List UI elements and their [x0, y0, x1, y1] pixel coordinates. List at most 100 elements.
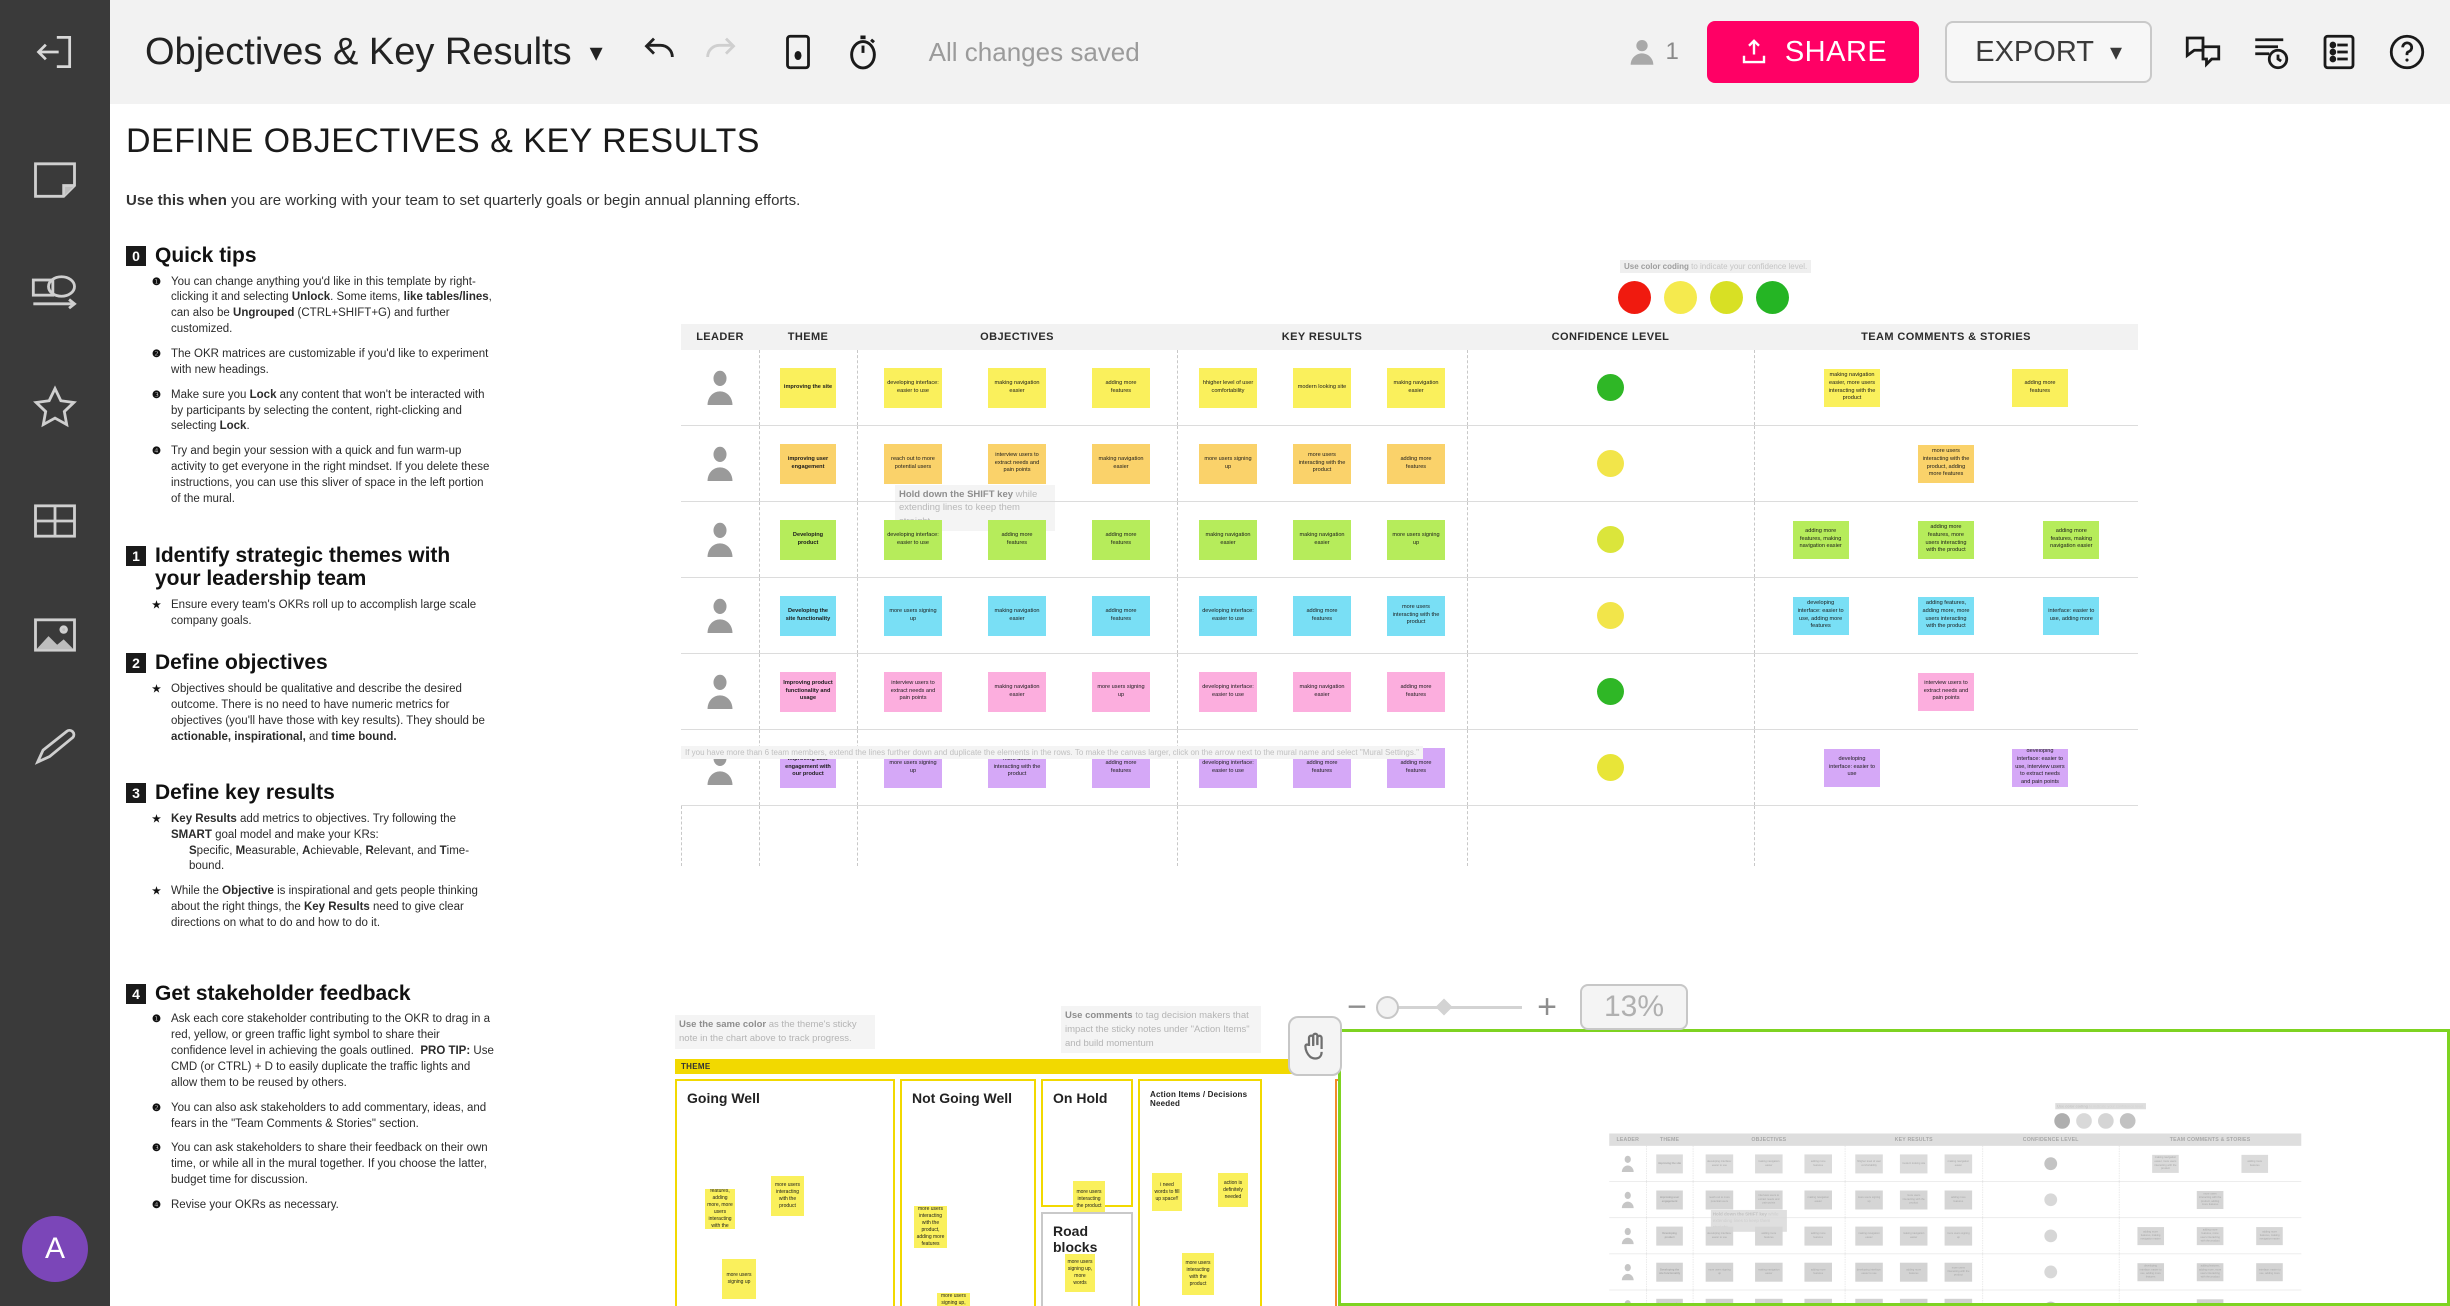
- timer-button[interactable]: [841, 30, 885, 74]
- sticky-note-theme[interactable]: Improving product functionality and usag…: [780, 671, 836, 712]
- sticky-note[interactable]: making navigation easier: [988, 595, 1046, 636]
- framework-tool[interactable]: [22, 488, 88, 554]
- sticky-note[interactable]: more users signing up: [1092, 671, 1150, 712]
- okr-cell-theme[interactable]: improving the site: [759, 350, 857, 425]
- okr-cell-team-comments[interactable]: more users interacting with the product,…: [2118, 1181, 2301, 1218]
- okr-cell-confidence[interactable]: [1982, 1254, 2119, 1290]
- okr-cell-key-results[interactable]: hhigher level of user comfortability mode…: [1844, 1145, 1983, 1182]
- sticky-note[interactable]: more users interacting with the product,…: [1918, 444, 1974, 483]
- sticky-note[interactable]: adding more features: [988, 519, 1046, 560]
- sticky-note[interactable]: developing interface: easier to use: [1855, 1262, 1883, 1282]
- retro-column[interactable]: Not Going Well more users interacting wit…: [900, 1079, 1036, 1306]
- retro-sticky-note[interactable]: action is definitely needed: [1218, 1173, 1248, 1207]
- okr-row[interactable]: improving the site developing interface: …: [1609, 1145, 2302, 1182]
- sticky-note[interactable]: more users signing up: [884, 595, 942, 636]
- okr-cell-objectives[interactable]: more users signing up making navigation e…: [1692, 1254, 1845, 1290]
- sticky-note[interactable]: interview users to extract needs and pai…: [1755, 1190, 1783, 1210]
- retro-sticky-note[interactable]: more users signing up: [722, 1259, 756, 1299]
- sticky-note[interactable]: making navigation easier: [1199, 519, 1257, 560]
- sticky-note[interactable]: making navigation easier: [1755, 1262, 1783, 1282]
- okr-cell-team-comments[interactable]: making navigation easier, more users int…: [1754, 350, 2138, 425]
- okr-cell-confidence[interactable]: [1467, 426, 1754, 501]
- okr-cell-theme[interactable]: improving user engagement: [1646, 1181, 1693, 1218]
- okr-cell-theme[interactable]: Developing product: [759, 502, 857, 577]
- sticky-note[interactable]: adding more features: [1804, 1262, 1832, 1282]
- okr-cell-confidence[interactable]: [1467, 502, 1754, 577]
- sticky-note-theme[interactable]: Developing the site functionality: [780, 595, 836, 636]
- okr-cell-theme[interactable]: Improving product functionality and usag…: [759, 654, 857, 729]
- traffic-light[interactable]: [2054, 1113, 2070, 1129]
- presentation-mode-button[interactable]: [777, 31, 819, 73]
- title-chevron-down-icon[interactable]: ▾: [590, 37, 603, 68]
- okr-cell-confidence[interactable]: [1982, 1181, 2119, 1218]
- retro-sticky-note[interactable]: more users signing up, more words: [1065, 1254, 1095, 1292]
- confidence-indicator[interactable]: [1597, 526, 1624, 553]
- okr-cell-objectives[interactable]: reach out to more potential users intervi…: [857, 426, 1177, 501]
- okr-empty-cell[interactable]: [681, 806, 759, 866]
- sticky-note[interactable]: making navigation easier: [988, 367, 1046, 408]
- sticky-note[interactable]: making navigation easier: [1899, 1226, 1928, 1246]
- okr-row[interactable]: Developing the site functionality more us…: [1609, 1254, 2302, 1291]
- okr-cell-confidence[interactable]: [1467, 578, 1754, 653]
- sticky-note[interactable]: more users signing up: [1855, 1190, 1883, 1210]
- zoom-slider-knob[interactable]: [1376, 995, 1399, 1019]
- zoom-slider[interactable]: [1376, 995, 1522, 1019]
- retro-sticky-note[interactable]: i need words to fill up space!!: [1152, 1173, 1182, 1211]
- mural-canvas[interactable]: DEFINE OBJECTIVES & KEY RESULTS Use this…: [110, 104, 2450, 1306]
- okr-cell-leader[interactable]: [681, 502, 759, 577]
- okr-cell-theme[interactable]: Developing product: [1646, 1218, 1693, 1254]
- sticky-note[interactable]: adding more features: [2012, 368, 2068, 407]
- help-button[interactable]: [2386, 31, 2428, 73]
- okr-empty-cell[interactable]: [1467, 806, 1754, 866]
- sticky-note-theme[interactable]: improving user engagement: [780, 443, 836, 484]
- traffic-light-palette[interactable]: [1618, 281, 1789, 314]
- sticky-note[interactable]: making navigation easier, more users int…: [2152, 1154, 2179, 1173]
- sticky-note[interactable]: developing interface: easier to use, int…: [2012, 748, 2068, 787]
- sticky-note[interactable]: making navigation easier: [1855, 1226, 1883, 1246]
- okr-cell-team-comments[interactable]: adding more features, making navigation …: [1754, 502, 2138, 577]
- traffic-light[interactable]: [2076, 1113, 2092, 1129]
- sticky-note[interactable]: adding more features: [1092, 519, 1150, 560]
- sticky-note[interactable]: interview users to extract needs and pai…: [1918, 672, 1974, 711]
- sticky-note[interactable]: reach out to more potential users: [1705, 1190, 1734, 1210]
- sticky-note[interactable]: developing interface: easier to use, add…: [2137, 1262, 2164, 1281]
- okr-row[interactable]: Developing product developing interface: …: [681, 502, 2138, 578]
- sticky-note[interactable]: interface: easier to use, adding more: [2256, 1262, 2283, 1281]
- okr-row[interactable]: Improving product functionality and usag…: [1609, 1290, 2301, 1306]
- sticky-note[interactable]: adding more features: [1944, 1190, 1973, 1210]
- okr-empty-row[interactable]: [681, 806, 2138, 866]
- okr-cell-theme[interactable]: improving user engagement: [759, 426, 857, 501]
- confidence-indicator[interactable]: [2044, 1157, 2058, 1171]
- okr-row[interactable]: Improving product functionality and usag…: [681, 654, 2138, 730]
- sticky-note[interactable]: making navigation easier: [1293, 519, 1351, 560]
- okr-cell-team-comments[interactable]: adding more features, making navigation …: [2118, 1218, 2301, 1254]
- okr-cell-leader[interactable]: [681, 426, 759, 501]
- sticky-note[interactable]: adding more features, making navigation …: [2043, 520, 2100, 559]
- okr-empty-cell[interactable]: [1177, 806, 1467, 866]
- retro-sticky-note[interactable]: more users signing up, more users intera…: [937, 1293, 970, 1306]
- sticky-note[interactable]: reach out to more potential users: [884, 443, 942, 484]
- confidence-indicator[interactable]: [2044, 1193, 2058, 1207]
- sticky-note-tool[interactable]: [22, 146, 88, 212]
- okr-cell-team-comments[interactable]: making navigation easier, more users int…: [2118, 1145, 2301, 1182]
- traffic-light-palette[interactable]: [2054, 1113, 2136, 1129]
- sticky-note[interactable]: adding more features: [1899, 1262, 1928, 1282]
- okr-cell-leader[interactable]: [1609, 1254, 1646, 1290]
- okr-cell-leader[interactable]: [1609, 1290, 1646, 1306]
- confidence-indicator[interactable]: [2044, 1301, 2058, 1306]
- sticky-note[interactable]: making navigation easier, more users int…: [1824, 368, 1880, 407]
- sticky-note[interactable]: developing interface: easier to use: [1199, 671, 1257, 712]
- sticky-note[interactable]: more users signing up: [1199, 443, 1257, 484]
- sticky-note[interactable]: more users signing up: [1387, 519, 1445, 560]
- okr-cell-confidence[interactable]: [1467, 654, 1754, 729]
- sticky-note[interactable]: adding more features, making navigation …: [1792, 520, 1849, 559]
- sticky-note[interactable]: modern looking site: [1899, 1154, 1928, 1174]
- retro-sticky-note[interactable]: more users interacting with the product: [1182, 1253, 1214, 1295]
- okr-empty-cell[interactable]: [759, 806, 857, 866]
- sticky-note-theme[interactable]: improving the site: [1656, 1154, 1683, 1174]
- okr-cell-objectives[interactable]: developing interface: easier to use addin…: [1692, 1218, 1845, 1254]
- okr-cell-leader[interactable]: [1609, 1182, 1646, 1218]
- okr-cell-key-results[interactable]: developing interface: easier to use addin…: [1177, 730, 1467, 805]
- sticky-note[interactable]: adding more features: [1387, 671, 1445, 712]
- okr-cell-theme[interactable]: Improving product functionality and usag…: [1646, 1290, 1693, 1306]
